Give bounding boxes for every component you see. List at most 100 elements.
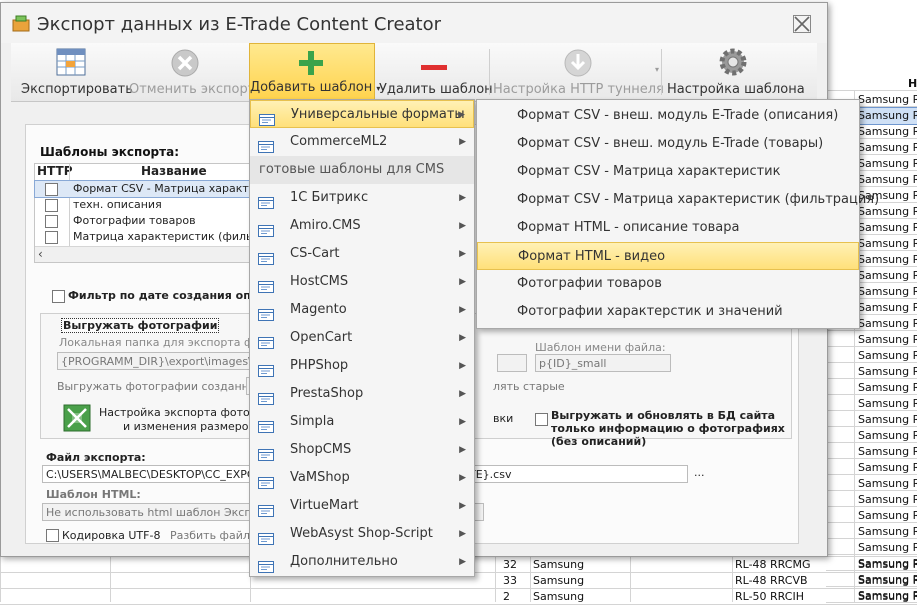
template-http-checkbox[interactable] (45, 215, 58, 228)
sheet-cell[interactable]: Samsung (533, 573, 584, 589)
utf8-checkbox[interactable] (46, 529, 59, 542)
sheet-cell[interactable]: Samsung RF (858, 396, 917, 412)
sheet-cell[interactable]: Samsung RB (858, 236, 917, 252)
sheet-cell[interactable]: Samsung RL- (858, 508, 917, 524)
close-icon[interactable] (793, 15, 811, 33)
sheet-cell[interactable]: Samsung RB (858, 332, 917, 348)
sheet-cell[interactable]: Samsung RB (858, 316, 917, 332)
template-row[interactable]: Фотографии товаров (35, 213, 275, 229)
sheet-cell[interactable]: 33 (503, 573, 517, 589)
sheet-cell[interactable]: Samsung RB (858, 252, 917, 268)
menu-item-cms[interactable]: VirtueMart ▶ (250, 492, 474, 520)
menu-item-cms[interactable]: Simpla ▶ (250, 408, 474, 436)
template-name: Матрица характеристик (фильтра (73, 230, 273, 243)
sheet-cell[interactable]: Samsung RB (858, 284, 917, 300)
template-settings-button[interactable]: Настройка шаблона (667, 43, 805, 101)
menu-item-cms[interactable]: 1С Битрикс ▶ (250, 184, 474, 212)
remove-template-button[interactable]: Удалить шаблон (379, 43, 493, 101)
filter-by-date-checkbox[interactable] (52, 290, 65, 303)
submenu-item[interactable]: Фотографии товаров (477, 270, 859, 298)
sheet-cell[interactable]: Samsung (533, 557, 584, 573)
submenu-item[interactable]: Формат CSV - внеш. модуль E-Trade (товар… (477, 130, 859, 158)
sheet-cell[interactable]: Samsung RB (858, 268, 917, 284)
menu-item-cms[interactable]: PHPShop ▶ (250, 352, 474, 380)
photo-settings-button[interactable]: Настройка экспорта фотограф и изменения … (63, 404, 279, 436)
add-template-button[interactable]: Добавить шаблон ▾ (249, 43, 380, 100)
menu-item-label: Simpla (290, 414, 335, 429)
menu-item-cms[interactable]: WebAsyst Shop-Script ▶ (250, 520, 474, 548)
template-http-checkbox[interactable] (45, 183, 58, 196)
sheet-cell[interactable]: Samsung RL- (858, 476, 917, 492)
sheet-cell[interactable]: Samsung RB (858, 220, 917, 236)
submenu-item[interactable]: Формат HTML - видео (477, 242, 859, 270)
sheet-cell[interactable]: 2 (503, 589, 510, 605)
submenu-arrow-icon: ▶ (459, 137, 466, 147)
sheet-cell[interactable]: Samsung RF (858, 428, 917, 444)
sheet-cell[interactable]: Samsung RB (858, 156, 917, 172)
size-field[interactable] (497, 354, 527, 372)
template-row[interactable]: Матрица характеристик (фильтра (35, 229, 275, 245)
upload-only-photos-checkbox[interactable] (535, 413, 548, 426)
sheet-cell[interactable]: Samsung RL- (858, 540, 917, 556)
sheet-cell[interactable]: Samsung RL- (858, 524, 917, 540)
export-button[interactable]: Экспортировать (21, 43, 133, 101)
sheet-cell[interactable]: Samsung RL- (858, 460, 917, 476)
menu-item-label: Magento (290, 302, 347, 317)
local-folder-field[interactable]: {PROGRAMM_DIR}\export\images\ (57, 352, 257, 370)
template-row[interactable]: техн. описания (35, 197, 275, 213)
menu-item-cms[interactable]: Magento ▶ (250, 296, 474, 324)
sheet-cell[interactable]: Samsung RL- (858, 444, 917, 460)
menu-item-cms[interactable]: PrestaShop ▶ (250, 380, 474, 408)
menu-item-cms[interactable]: ShopCMS ▶ (250, 436, 474, 464)
submenu-item[interactable]: Формат CSV - Матрица характеристик (477, 158, 859, 186)
filename-template-field[interactable]: p{ID}_small (535, 354, 671, 372)
submenu-item[interactable]: Фотографии характерстик и значений (477, 298, 859, 326)
sheet-cell[interactable]: Samsung RB (857, 107, 917, 125)
menu-item-cms[interactable]: HostCMS ▶ (250, 268, 474, 296)
submenu-item[interactable]: Формат CSV - Матрица характеристик (филь… (477, 186, 879, 214)
template-icon (258, 528, 274, 545)
template-icon (258, 248, 274, 265)
scroll-left-icon[interactable]: ‹ (38, 247, 43, 261)
sheet-cell[interactable]: Samsung RB (858, 364, 917, 380)
sheet-cell[interactable]: Samsung RB (858, 348, 917, 364)
menu-item-cms[interactable]: Дополнительно ▶ (250, 548, 474, 576)
toolbar: Экспортировать Отменить экспорт Добавить… (11, 43, 817, 102)
sheet-cell[interactable]: RL-50 RRCIH (735, 589, 804, 605)
template-icon (258, 220, 274, 237)
sheet-cell[interactable]: Samsung RB (858, 92, 917, 108)
template-http-checkbox[interactable] (45, 199, 58, 212)
sheet-cell[interactable]: Samsung RF (858, 412, 917, 428)
sheet-cell[interactable]: Samsung RL- (858, 557, 917, 573)
template-http-checkbox[interactable] (45, 231, 58, 244)
submenu-arrow-icon: ▶ (459, 221, 466, 231)
http-tunnel-button[interactable]: Настройка HTTP туннеля ▾ (493, 43, 664, 101)
replace-old-label: лять старые (493, 380, 565, 393)
browse-button[interactable]: ... (694, 466, 705, 479)
menu-item-label: VirtueMart (290, 498, 359, 513)
menu-item-cms[interactable]: CS-Cart ▶ (250, 240, 474, 268)
templates-heading: Шаблоны экспорта: (40, 145, 180, 159)
sheet-cell[interactable]: Samsung (533, 589, 584, 605)
sheet-cell[interactable]: RL-48 RRCVB (735, 573, 808, 589)
submenu-item[interactable]: Формат HTML - описание товара (477, 214, 859, 242)
menu-item-cms[interactable]: VaMShop ▶ (250, 464, 474, 492)
sheet-cell[interactable]: Samsung RL- (858, 573, 917, 589)
cancel-export-button[interactable]: Отменить экспорт (129, 43, 255, 101)
sheet-cell[interactable]: Samsung RL- (858, 589, 917, 605)
submenu-item[interactable]: Формат CSV - внеш. модуль E-Trade (описа… (477, 102, 859, 130)
downloads-label: вки (493, 412, 514, 425)
horizontal-scrollbar[interactable]: ‹ (35, 246, 275, 262)
sheet-cell[interactable]: Samsung RB (858, 140, 917, 156)
sheet-cell[interactable]: Samsung RB (858, 300, 917, 316)
template-row[interactable]: Формат CSV - Матрица характер (34, 180, 276, 198)
sheet-cell[interactable]: RL-48 RRCMG (735, 557, 810, 573)
menu-item-commerceml2[interactable]: CommerceML2 ▶ (250, 128, 474, 156)
menu-item-cms[interactable]: Amiro.CMS ▶ (250, 212, 474, 240)
sheet-cell[interactable]: Samsung RL- (858, 492, 917, 508)
sheet-cell[interactable]: 32 (503, 557, 517, 573)
menu-item-cms[interactable]: OpenCart ▶ (250, 324, 474, 352)
sheet-cell[interactable]: Samsung RB (858, 124, 917, 140)
sheet-cell[interactable]: Samsung RB (858, 380, 917, 396)
menu-item-universal-formats[interactable]: Универсальные форматы ▶ (250, 100, 474, 128)
